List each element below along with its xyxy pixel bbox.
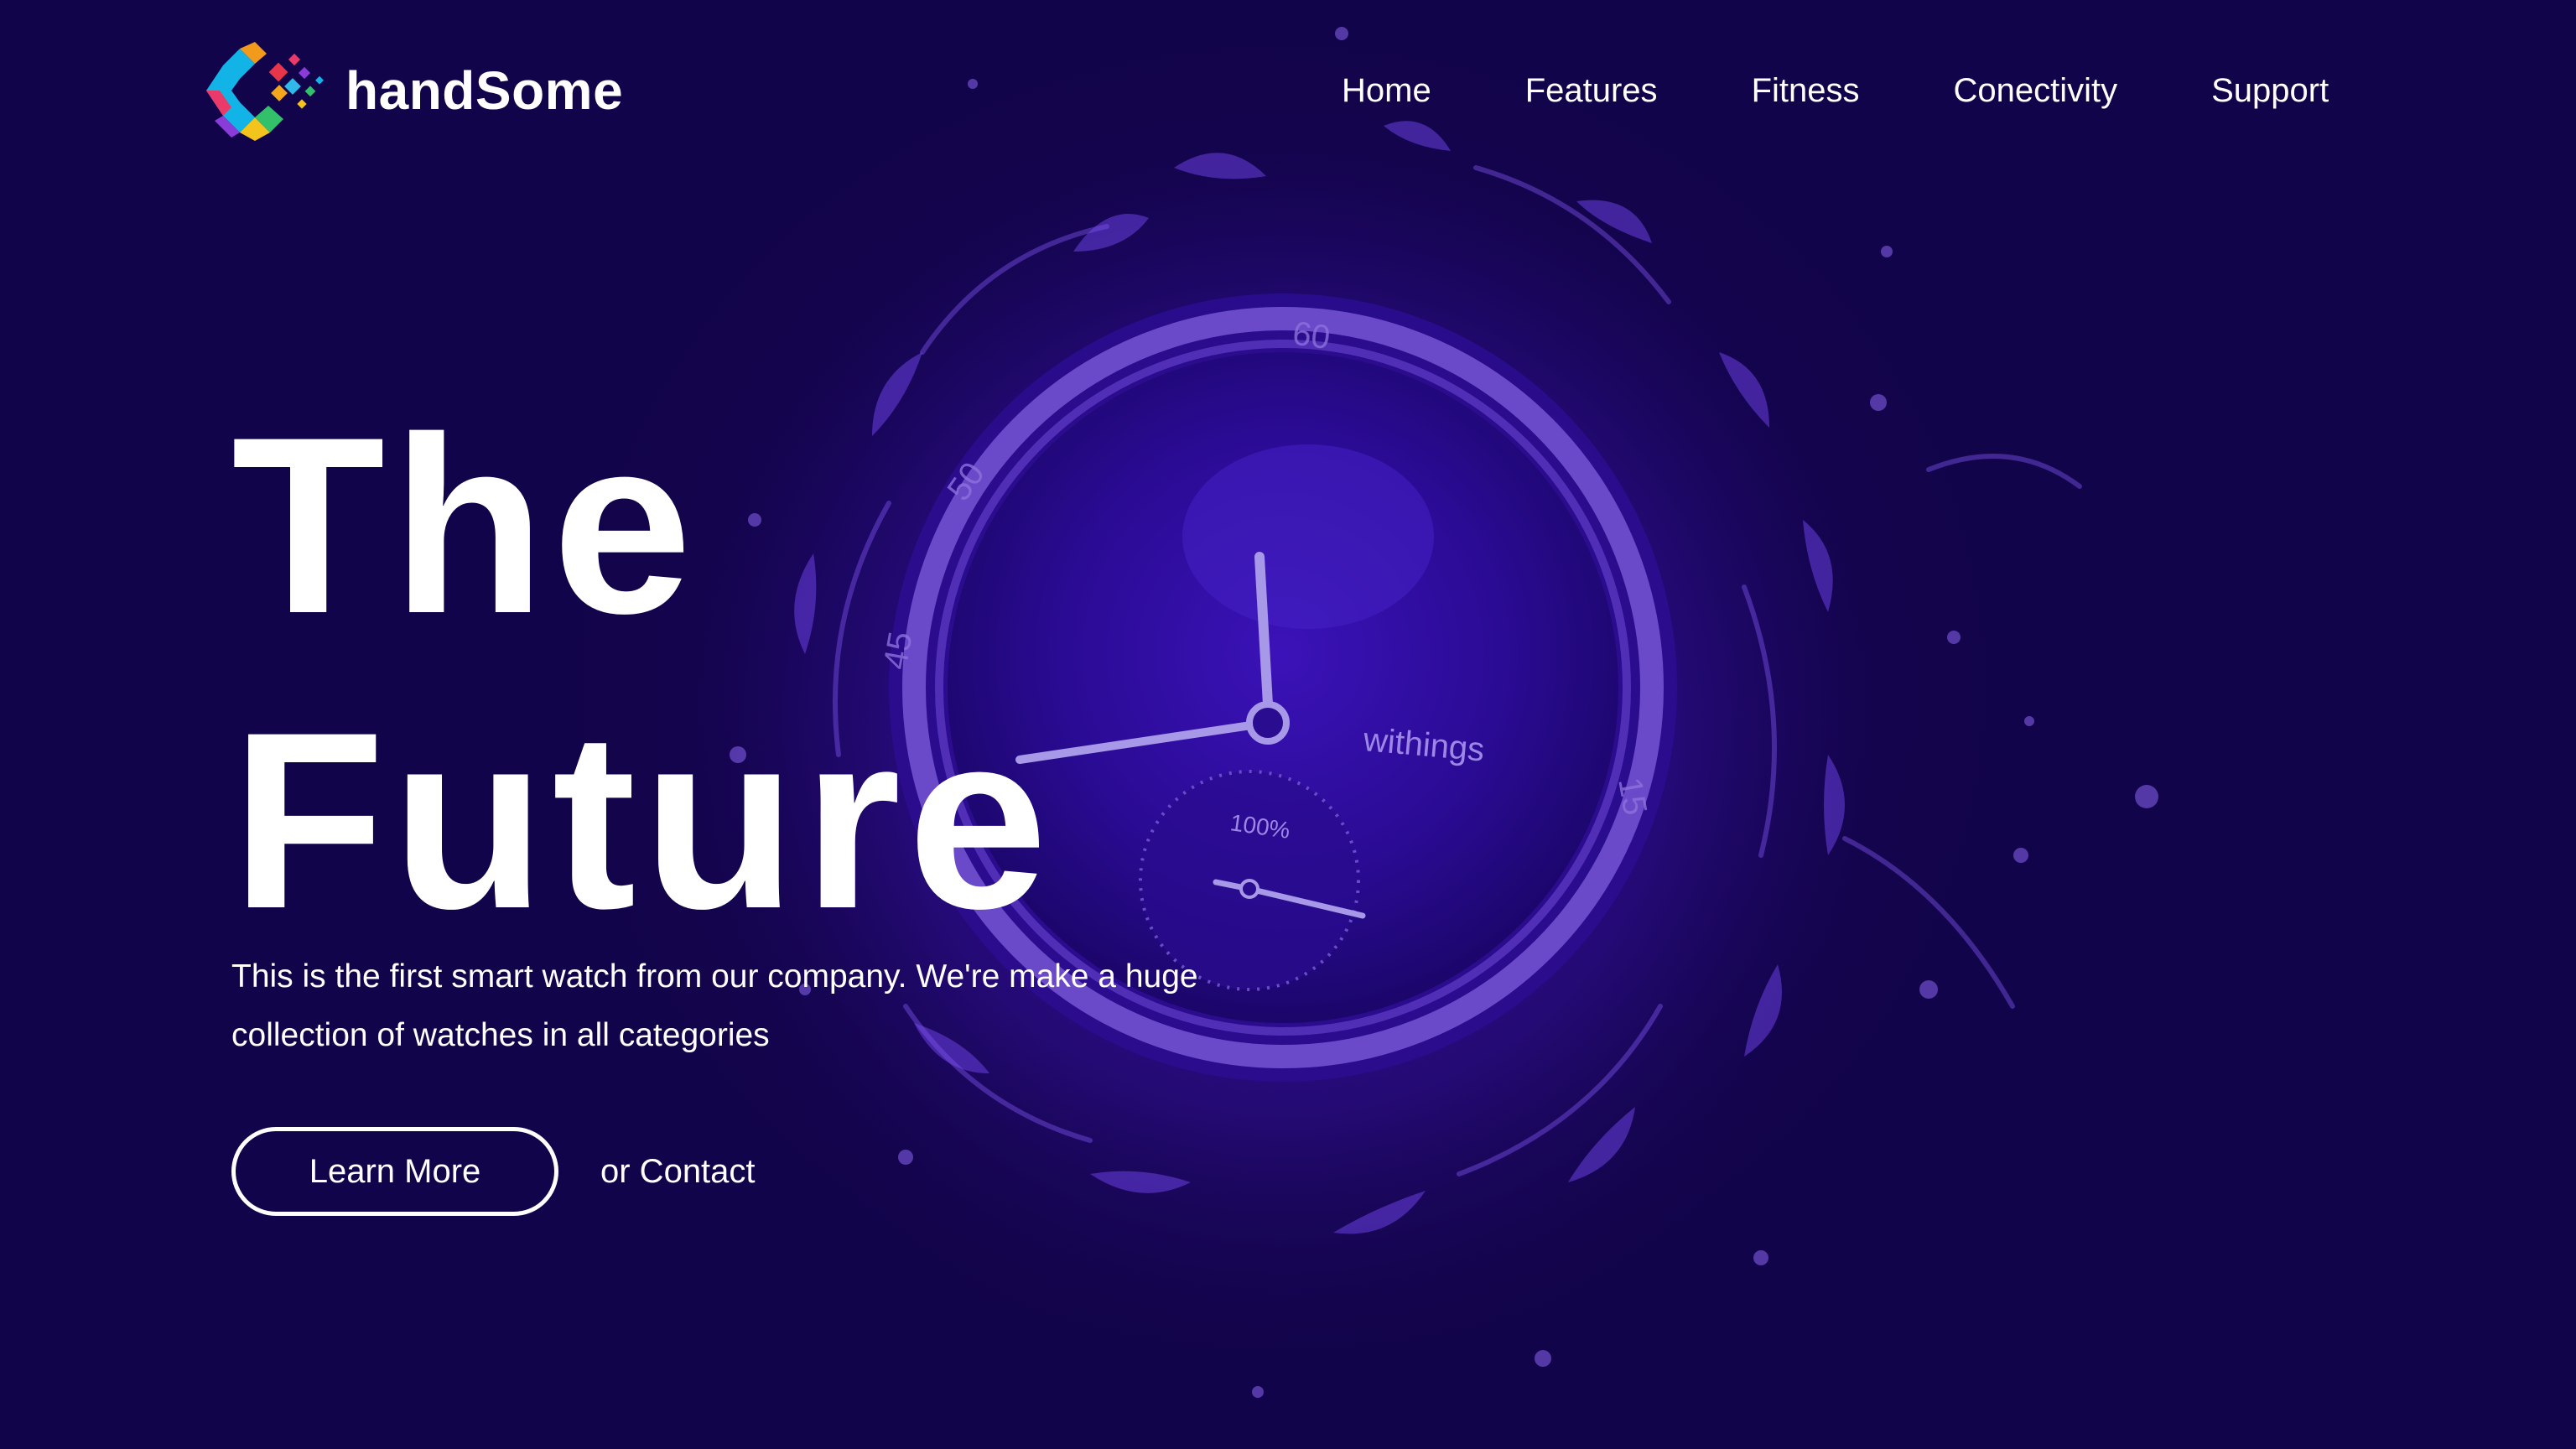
contact-link[interactable]: or Contact: [600, 1153, 756, 1191]
cta-row: Learn More or Contact: [231, 1127, 756, 1216]
main-nav: Home Features Fitness Conectivity Suppor…: [1342, 65, 2329, 116]
nav-item-fitness[interactable]: Fitness: [1752, 72, 1860, 110]
colorful-hexagon-logo-icon: [206, 42, 324, 141]
hero-description: This is the first smart watch from our c…: [231, 958, 1198, 1053]
learn-more-button[interactable]: Learn More: [231, 1127, 558, 1216]
headline-line-2: Future: [231, 679, 1055, 961]
brand-logo[interactable]: handSome: [206, 40, 623, 141]
bezel-number: 60: [1291, 314, 1332, 356]
headline-line-1: The: [231, 384, 699, 666]
hero-headline: The Future: [231, 377, 1054, 968]
nav-item-features[interactable]: Features: [1525, 72, 1658, 110]
nav-item-conectivity[interactable]: Conectivity: [1954, 72, 2118, 110]
brand-name: handSome: [345, 60, 624, 121]
hero-section: 60 50 45 15 withings 100% handSome Home …: [0, 0, 2576, 1449]
nav-item-home[interactable]: Home: [1342, 72, 1431, 110]
bezel-number: 15: [1611, 775, 1654, 818]
nav-item-support[interactable]: Support: [2211, 72, 2329, 110]
